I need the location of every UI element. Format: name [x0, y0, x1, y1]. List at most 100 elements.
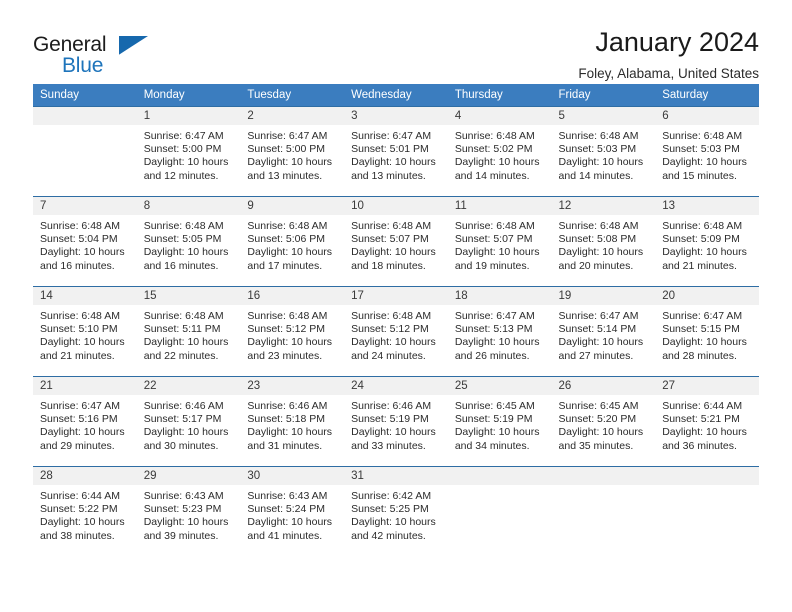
day-daylight-line2-text: and 17 minutes. — [247, 259, 323, 272]
calendar-day-cell[interactable]: 28 Sunrise: 6:44 AM Sunset: 5:22 PM Dayligh… — [33, 466, 137, 556]
brand-logo[interactable]: General Blue — [33, 26, 153, 82]
calendar-day-cell[interactable]: 29 Sunrise: 6:43 AM Sunset: 5:23 PM Dayligh… — [136, 466, 241, 556]
day-sunrise-text: Sunrise: 6:48 AM — [558, 220, 639, 232]
day-daylight-line1-text: Daylight: 10 hours — [558, 426, 644, 439]
day-details: Sunrise: 6:42 AM Sunset: 5:25 PM Daylight:… — [344, 485, 448, 543]
calendar-day-cell[interactable]: 3 Sunrise: 6:47 AM Sunset: 5:01 PM Daylight… — [344, 106, 448, 196]
day-sunset-text: Sunset: 5:07 PM — [454, 233, 533, 246]
day-sunset-text: Sunset: 5:22 PM — [40, 503, 118, 516]
day-sunrise-text: Sunrise: 6:43 AM — [247, 490, 328, 502]
day-number: 19 — [551, 287, 656, 305]
calendar-day-cell[interactable]: 11 Sunrise: 6:48 AM Sunset: 5:07 PM Dayligh… — [447, 196, 552, 286]
calendar-day-cell[interactable]: 15 Sunrise: 6:48 AM Sunset: 5:11 PM Dayligh… — [136, 286, 241, 376]
day-number: 6 — [655, 107, 759, 125]
day-details: Sunrise: 6:47 AM Sunset: 5:00 PM Daylight:… — [240, 125, 344, 183]
title-block: January 2024 Foley, Alabama, United Stat… — [578, 26, 759, 82]
day-sunset-text: Sunset: 5:12 PM — [351, 323, 429, 336]
day-sunrise-text: Sunrise: 6:47 AM — [143, 130, 224, 142]
calendar-day-cell[interactable]: 27 Sunrise: 6:44 AM Sunset: 5:21 PM Dayligh… — [655, 376, 759, 466]
day-cell-inner: 28 Sunrise: 6:44 AM Sunset: 5:22 PM Dayligh… — [33, 466, 137, 556]
day-cell-inner: 30 Sunrise: 6:43 AM Sunset: 5:24 PM Dayligh… — [240, 466, 345, 556]
calendar-day-cell[interactable]: 2 Sunrise: 6:47 AM Sunset: 5:00 PM Daylight… — [240, 106, 345, 196]
day-sunset-text: Sunset: 5:18 PM — [247, 413, 326, 426]
calendar-day-cell[interactable]: 6 Sunrise: 6:48 AM Sunset: 5:03 PM Daylight… — [655, 106, 759, 196]
day-details: Sunrise: 6:44 AM Sunset: 5:21 PM Daylight:… — [655, 395, 759, 453]
calendar-day-cell[interactable]: 19 Sunrise: 6:47 AM Sunset: 5:14 PM Dayligh… — [551, 286, 656, 376]
calendar-day-cell[interactable]: 14 Sunrise: 6:48 AM Sunset: 5:10 PM Dayligh… — [33, 286, 137, 376]
calendar-day-cell[interactable]: 25 Sunrise: 6:45 AM Sunset: 5:19 PM Dayligh… — [447, 376, 552, 466]
calendar-day-cell[interactable]: 21 Sunrise: 6:47 AM Sunset: 5:16 PM Dayligh… — [33, 376, 137, 466]
calendar-day-cell[interactable]: 18 Sunrise: 6:47 AM Sunset: 5:13 PM Dayligh… — [447, 286, 552, 376]
calendar-day-cell[interactable]: 20 Sunrise: 6:47 AM Sunset: 5:15 PM Dayligh… — [655, 286, 759, 376]
day-daylight-line2-text: and 42 minutes. — [351, 529, 426, 542]
day-sunrise-text: Sunrise: 6:47 AM — [454, 310, 535, 322]
day-daylight-line2-text: and 22 minutes. — [143, 349, 219, 362]
day-cell-inner: 15 Sunrise: 6:48 AM Sunset: 5:11 PM Dayligh… — [136, 286, 241, 376]
day-daylight-line2-text: and 41 minutes. — [247, 529, 323, 542]
day-daylight-line1-text: Daylight: 10 hours — [351, 246, 436, 259]
calendar-day-cell[interactable]: 16 Sunrise: 6:48 AM Sunset: 5:12 PM Dayligh… — [240, 286, 345, 376]
day-number: 29 — [136, 467, 241, 485]
day-number: 2 — [240, 107, 345, 125]
day-number: 10 — [344, 197, 448, 215]
day-cell-inner: 10 Sunrise: 6:48 AM Sunset: 5:07 PM Dayligh… — [344, 196, 448, 286]
calendar-day-cell[interactable]: 5 Sunrise: 6:48 AM Sunset: 5:03 PM Daylight… — [551, 106, 656, 196]
day-sunset-text: Sunset: 5:01 PM — [351, 143, 429, 156]
day-sunrise-text: Sunrise: 6:48 AM — [662, 220, 743, 232]
calendar-day-cell[interactable]: 12 Sunrise: 6:48 AM Sunset: 5:08 PM Dayligh… — [551, 196, 656, 286]
day-daylight-line2-text: and 24 minutes. — [351, 349, 426, 362]
day-sunset-text: Sunset: 5:23 PM — [143, 503, 222, 516]
day-sunrise-text: Sunrise: 6:47 AM — [247, 130, 328, 142]
calendar-day-cell[interactable]: 8 Sunrise: 6:48 AM Sunset: 5:05 PM Daylight… — [136, 196, 241, 286]
day-daylight-line2-text: and 18 minutes. — [351, 259, 426, 272]
day-daylight-line1-text: Daylight: 10 hours — [662, 246, 747, 259]
day-sunrise-text: Sunrise: 6:48 AM — [558, 130, 639, 142]
day-cell-inner: 16 Sunrise: 6:48 AM Sunset: 5:12 PM Dayligh… — [240, 286, 345, 376]
calendar-day-cell[interactable]: 24 Sunrise: 6:46 AM Sunset: 5:19 PM Dayligh… — [344, 376, 448, 466]
day-sunrise-text: Sunrise: 6:47 AM — [40, 400, 120, 412]
day-cell-inner: 21 Sunrise: 6:47 AM Sunset: 5:16 PM Dayligh… — [33, 376, 137, 466]
calendar-day-cell[interactable]: 7 Sunrise: 6:48 AM Sunset: 5:04 PM Daylight… — [33, 196, 137, 286]
day-sunrise-text: Sunrise: 6:43 AM — [143, 490, 224, 502]
day-details: Sunrise: 6:48 AM Sunset: 5:07 PM Daylight:… — [344, 215, 448, 273]
calendar-day-cell[interactable]: 23 Sunrise: 6:46 AM Sunset: 5:18 PM Dayligh… — [240, 376, 345, 466]
day-number: 13 — [655, 197, 759, 215]
day-daylight-line1-text: Daylight: 10 hours — [143, 246, 229, 259]
day-daylight-line1-text: Daylight: 10 hours — [662, 426, 747, 439]
day-number: 18 — [447, 287, 552, 305]
calendar-day-cell[interactable]: 9 Sunrise: 6:48 AM Sunset: 5:06 PM Daylight… — [240, 196, 345, 286]
day-sunrise-text: Sunrise: 6:45 AM — [454, 400, 535, 412]
day-daylight-line2-text: and 39 minutes. — [143, 529, 219, 542]
calendar-day-cell[interactable]: 22 Sunrise: 6:46 AM Sunset: 5:17 PM Dayligh… — [136, 376, 241, 466]
day-number: 25 — [447, 377, 552, 395]
day-cell-inner — [551, 466, 656, 556]
calendar-day-cell[interactable]: 10 Sunrise: 6:48 AM Sunset: 5:07 PM Dayligh… — [344, 196, 448, 286]
day-details: Sunrise: 6:47 AM Sunset: 5:14 PM Daylight:… — [552, 305, 656, 363]
day-daylight-line1-text: Daylight: 10 hours — [247, 516, 333, 529]
calendar-day-cell[interactable]: 4 Sunrise: 6:48 AM Sunset: 5:02 PM Daylight… — [447, 106, 552, 196]
day-sunrise-text: Sunrise: 6:47 AM — [662, 310, 743, 322]
day-sunrise-text: Sunrise: 6:48 AM — [143, 310, 224, 322]
day-daylight-line2-text: and 29 minutes. — [40, 439, 115, 452]
calendar-day-cell[interactable]: 26 Sunrise: 6:45 AM Sunset: 5:20 PM Dayligh… — [551, 376, 656, 466]
calendar-day-cell[interactable]: 1 Sunrise: 6:47 AM Sunset: 5:00 PM Daylight… — [136, 106, 241, 196]
calendar-week-row: 28 Sunrise: 6:44 AM Sunset: 5:22 PM Dayligh… — [33, 466, 759, 556]
calendar-day-cell[interactable]: 17 Sunrise: 6:48 AM Sunset: 5:12 PM Dayligh… — [344, 286, 448, 376]
day-number: 31 — [344, 467, 448, 485]
day-daylight-line1-text: Daylight: 10 hours — [454, 426, 540, 439]
day-details: Sunrise: 6:48 AM Sunset: 5:07 PM Daylight:… — [448, 215, 552, 273]
day-details: Sunrise: 6:47 AM Sunset: 5:00 PM Daylight:… — [137, 125, 241, 183]
day-number: 21 — [33, 377, 137, 395]
day-daylight-line2-text: and 36 minutes. — [662, 439, 737, 452]
calendar-day-cell[interactable]: 31 Sunrise: 6:42 AM Sunset: 5:25 PM Dayligh… — [344, 466, 448, 556]
calendar-day-cell[interactable]: 30 Sunrise: 6:43 AM Sunset: 5:24 PM Dayligh… — [240, 466, 345, 556]
day-daylight-line2-text: and 14 minutes. — [454, 169, 530, 182]
day-sunset-text: Sunset: 5:14 PM — [558, 323, 637, 336]
day-cell-inner: 8 Sunrise: 6:48 AM Sunset: 5:05 PM Daylight… — [136, 196, 241, 286]
calendar-day-cell[interactable]: 13 Sunrise: 6:48 AM Sunset: 5:09 PM Dayligh… — [655, 196, 759, 286]
day-daylight-line2-text: and 16 minutes. — [40, 259, 115, 272]
day-number: 23 — [240, 377, 345, 395]
day-number: 3 — [344, 107, 448, 125]
day-daylight-line2-text: and 28 minutes. — [662, 349, 737, 362]
day-sunset-text: Sunset: 5:00 PM — [143, 143, 222, 156]
